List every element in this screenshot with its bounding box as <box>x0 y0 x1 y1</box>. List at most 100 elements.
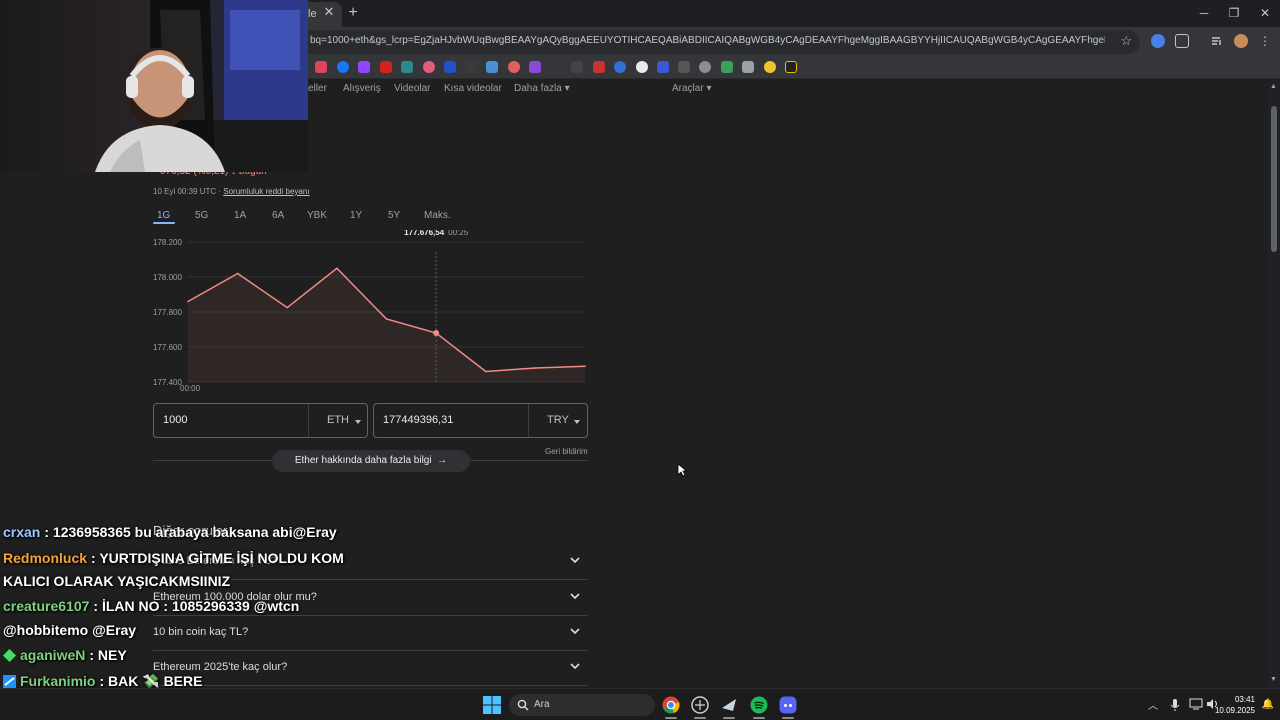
to-amount-input[interactable]: 177449396,31 <box>383 414 453 426</box>
chat-message: crxan: 1236958365 bu arabaya baksana abi… <box>3 524 337 540</box>
more-info-button[interactable]: Ether hakkında daha fazla bilgi → <box>272 450 470 472</box>
bookmark-icon[interactable] <box>465 61 477 73</box>
close-window-button[interactable]: ✕ <box>1257 5 1273 21</box>
diamond-badge-icon <box>3 649 16 662</box>
app-icon[interactable] <box>691 696 709 714</box>
bookmark-icon[interactable] <box>785 61 797 73</box>
nav-tab-videos[interactable]: Videolar <box>394 83 431 94</box>
scroll-down-icon[interactable]: ▼ <box>1270 676 1277 683</box>
faq-question: 10 bin coin kaç TL? <box>153 626 249 638</box>
media-control-icon[interactable] <box>1210 34 1224 48</box>
microphone-icon[interactable] <box>1170 698 1180 712</box>
chat-message: aganiweN: NEY <box>3 647 127 663</box>
bookmark-icon[interactable] <box>529 61 541 73</box>
series-area <box>188 268 585 382</box>
price-chart[interactable]: 178.200 178.000 177.800 177.600 177.40000:00… <box>150 230 590 398</box>
nav-tab-images[interactable]: eller <box>308 83 327 94</box>
range-tab-1y[interactable]: 1Y <box>350 210 362 221</box>
bookmark-icon[interactable] <box>678 61 690 73</box>
tray-chevron-icon[interactable]: ︿ <box>1148 697 1158 712</box>
range-tab-1a[interactable]: 1A <box>234 210 246 221</box>
chat-text: KALICI OLARAK YAŞICAKMSIINIZ <box>3 573 231 589</box>
bookmark-icon[interactable] <box>571 61 583 73</box>
bookmark-icon[interactable] <box>315 61 327 73</box>
spotify-icon[interactable] <box>750 696 768 714</box>
bookmark-icon[interactable] <box>764 61 776 73</box>
notification-icon[interactable]: 🔔 <box>1262 699 1274 710</box>
disclaimer-link[interactable]: Sorumluluk reddi beyanı <box>223 187 309 196</box>
tab-title: le <box>308 8 317 20</box>
faq-item[interactable]: Ethereum 2025'te kaç olur? <box>153 651 588 686</box>
minimize-button[interactable]: ─ <box>1196 5 1212 21</box>
page-scrollbar[interactable]: ▲ ▼ <box>1268 80 1280 688</box>
bookmark-icon[interactable] <box>657 61 669 73</box>
taskbar-search[interactable]: Ara <box>509 694 655 716</box>
bookmark-icon[interactable] <box>593 61 605 73</box>
tooltip-value: 177.676,54 <box>404 230 445 237</box>
streamer-webcam-image <box>0 0 308 172</box>
chat-text: : 1236958365 bu arabaya baksana abi@Eray <box>44 524 337 540</box>
facebook-icon[interactable] <box>337 61 349 73</box>
bookmark-icon[interactable] <box>444 61 456 73</box>
from-amount-input[interactable]: 1000 <box>163 414 187 426</box>
running-indicator <box>665 717 677 719</box>
scroll-up-icon[interactable]: ▲ <box>1270 83 1277 90</box>
nav-tab-more[interactable]: Daha fazla ▾ <box>514 83 570 94</box>
steam-icon[interactable] <box>720 696 738 714</box>
y-tick-label: 177.400 <box>153 378 182 387</box>
nav-tab-short-videos[interactable]: Kısa videolar <box>444 83 502 94</box>
chat-text: : NEY <box>89 647 127 663</box>
twitch-icon[interactable] <box>358 61 370 73</box>
extensions-puzzle-icon[interactable] <box>1175 34 1189 48</box>
webcam-overlay <box>0 0 308 172</box>
range-tab-5g[interactable]: 5G <box>195 210 208 221</box>
from-currency-select[interactable]: ETH <box>327 414 349 426</box>
chat-message-continuation: @hobbitemo @Eray <box>3 622 136 638</box>
data-point <box>286 306 289 309</box>
url-text: bq=1000+eth&gs_lcrp=EgZjaHJvbWUqBwgBEAAY… <box>310 35 1105 46</box>
bookmark-icon[interactable] <box>721 61 733 73</box>
network-icon[interactable] <box>1189 698 1203 710</box>
nav-tab-shopping[interactable]: Alışveriş <box>343 83 381 94</box>
range-tab-ybk[interactable]: YBK <box>307 210 327 221</box>
maximize-button[interactable]: ❐ <box>1226 5 1242 21</box>
bookmark-icon[interactable] <box>614 61 626 73</box>
hover-point <box>433 330 440 336</box>
scroll-thumb[interactable] <box>1271 106 1277 252</box>
y-tick-label: 177.800 <box>153 308 182 317</box>
chrome-icon[interactable] <box>662 696 680 714</box>
range-selected-indicator <box>153 222 175 224</box>
tools-menu[interactable]: Araçlar ▾ <box>672 83 712 94</box>
profile-avatar[interactable] <box>1234 34 1248 48</box>
to-currency-select[interactable]: TRY <box>547 414 569 426</box>
windows-start-icon[interactable] <box>483 696 501 714</box>
discord-icon[interactable] <box>779 696 797 714</box>
data-point <box>236 272 239 275</box>
bookmark-icon[interactable] <box>423 61 435 73</box>
range-tab-5y[interactable]: 5Y <box>388 210 400 221</box>
bookmark-icon[interactable] <box>742 61 754 73</box>
faq-item[interactable]: 10 bin coin kaç TL? <box>153 616 588 651</box>
menu-dots-icon[interactable]: ⋮ <box>1258 34 1272 48</box>
new-tab-button[interactable]: + <box>346 5 360 21</box>
x-tick-label: 00:00 <box>180 384 201 393</box>
taskbar-clock[interactable]: 03:41 10.09.2025 <box>1215 694 1255 716</box>
chat-username: Furkanimio <box>20 673 96 689</box>
feedback-link[interactable]: Geri bildirim <box>545 447 588 456</box>
bookmark-icon[interactable] <box>401 61 413 73</box>
tab-close-icon[interactable]: ✕ <box>322 5 336 19</box>
chevron-down-icon <box>570 663 580 670</box>
bookmark-icon[interactable] <box>636 61 648 73</box>
range-tab-1g[interactable]: 1G <box>157 210 170 221</box>
extension-icon[interactable] <box>1151 34 1165 48</box>
bookmark-icon[interactable] <box>699 61 711 73</box>
chat-message: creature6107: İLAN NO : 1085296339 @wtcn <box>3 598 299 614</box>
data-point <box>584 365 586 368</box>
address-bar[interactable]: bq=1000+eth&gs_lcrp=EgZjaHJvbWUqBwgBEAAY… <box>300 30 1140 54</box>
range-tab-6a[interactable]: 6A <box>272 210 284 221</box>
bookmark-icon[interactable] <box>486 61 498 73</box>
bookmark-icon[interactable] <box>380 61 392 73</box>
bookmark-star-icon[interactable]: ☆ <box>1120 33 1132 49</box>
bookmark-icon[interactable] <box>508 61 520 73</box>
range-tab-max[interactable]: Maks. <box>424 210 451 221</box>
